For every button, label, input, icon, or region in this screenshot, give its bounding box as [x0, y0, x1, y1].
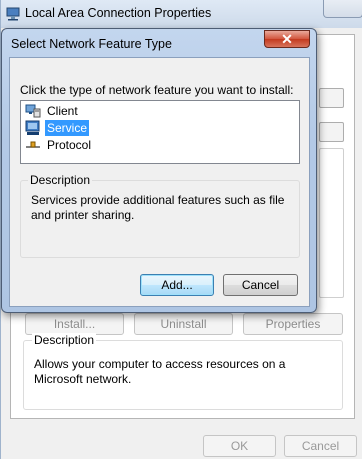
- client-icon: [25, 104, 41, 118]
- background-titlebar[interactable]: Local Area Connection Properties: [1, 0, 362, 28]
- protocol-icon: [26, 141, 40, 148]
- network-adapter-icon: [6, 7, 20, 21]
- cancel-button[interactable]: Cancel: [223, 274, 298, 296]
- background-cancel-button[interactable]: Cancel: [284, 435, 357, 457]
- background-configure-button[interactable]: [319, 122, 344, 142]
- background-description-group: Description Allows your computer to acce…: [23, 333, 343, 410]
- service-icon: [25, 120, 40, 135]
- background-edge-field: [319, 88, 344, 108]
- feature-type-list[interactable]: Client Service Protocol: [20, 100, 300, 164]
- list-item-label: Client: [47, 104, 78, 118]
- dialog-title: Select Network Feature Type: [11, 37, 172, 51]
- select-network-feature-type-dialog: Select Network Feature Type ✕: [1, 28, 317, 313]
- instruction-text: Click the type of network feature you wa…: [20, 83, 294, 97]
- close-button[interactable]: ✕: [264, 30, 310, 48]
- description-text: Services provide additional features suc…: [31, 193, 285, 222]
- background-description-title: Description: [32, 333, 97, 347]
- install-button[interactable]: Install...: [25, 313, 124, 335]
- background-close-button[interactable]: [323, 0, 362, 18]
- properties-button[interactable]: Properties: [243, 313, 343, 335]
- uninstall-button[interactable]: Uninstall: [134, 313, 233, 335]
- ok-button[interactable]: OK: [203, 435, 276, 457]
- list-item-label: Service: [45, 120, 90, 136]
- background-description-text: Allows your computer to access resources…: [34, 357, 286, 386]
- description-group: Description Services provide additional …: [20, 173, 300, 258]
- background-window-title: Local Area Connection Properties: [25, 6, 212, 20]
- list-item-label: Protocol: [47, 138, 92, 152]
- description-title: Description: [28, 173, 93, 187]
- background-items-list[interactable]: [319, 148, 344, 298]
- add-button[interactable]: Add...: [140, 274, 214, 296]
